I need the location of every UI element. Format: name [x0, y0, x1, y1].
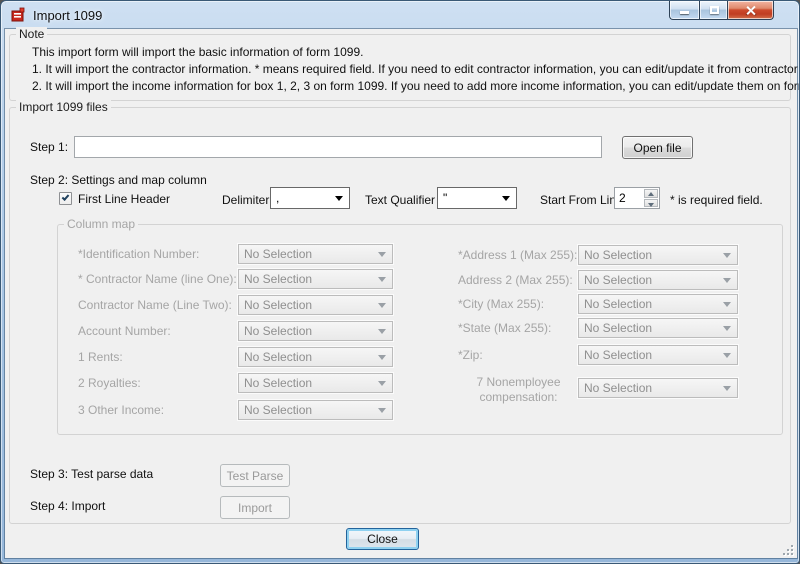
map-select-rents: No Selection	[238, 347, 393, 367]
check-icon	[62, 193, 70, 201]
map-label-address1: *Address 1 (Max 255):	[458, 248, 577, 262]
text-qualifier-label: Text Qualifier	[365, 193, 435, 207]
chevron-down-icon	[378, 408, 386, 413]
map-select-address2: No Selection	[578, 270, 738, 290]
window-title: Import 1099	[33, 8, 102, 23]
import-files-groupbox: Import 1099 files Step 1: Open file Step…	[9, 107, 791, 524]
note-line-3: 2. It will import the income information…	[32, 79, 800, 93]
chevron-down-icon	[378, 303, 386, 308]
note-legend-text: Note	[16, 27, 47, 41]
delimiter-label: Delimiter	[222, 193, 269, 207]
step3-label: Step 3: Test parse data	[30, 467, 153, 481]
chevron-down-icon	[723, 253, 731, 258]
chevron-down-icon	[378, 277, 386, 282]
app-icon	[10, 7, 26, 23]
note-line-2: 1. It will import the contractor informa…	[32, 62, 800, 76]
map-select-nonemployee-compensation: No Selection	[578, 378, 738, 398]
chevron-down-icon	[378, 381, 386, 386]
titlebar[interactable]: Import 1099	[1, 1, 799, 29]
text-qualifier-select[interactable]: "	[437, 187, 517, 209]
note-line-1: This import form will import the basic i…	[32, 45, 363, 59]
first-line-header-checkbox[interactable]	[59, 192, 72, 205]
step2-label: Step 2: Settings and map column	[30, 173, 207, 187]
map-label-contractor-name-one: * Contractor Name (line One):	[78, 272, 237, 286]
dialog-client-area: Note This import form will import the ba…	[5, 29, 797, 558]
import-files-legend: Import 1099 files	[16, 100, 111, 114]
map-label-other-income: 3 Other Income:	[78, 403, 164, 417]
chevron-down-icon	[723, 302, 731, 307]
column-map-legend: Column map	[64, 217, 138, 231]
test-parse-button: Test Parse	[220, 464, 290, 487]
window-controls	[669, 1, 774, 20]
start-from-line-value: 2	[619, 191, 626, 205]
column-map-groupbox: Column map *Identification Number: No Se…	[57, 224, 783, 435]
maximize-button[interactable]	[699, 1, 728, 20]
spinner-down-icon	[648, 203, 654, 207]
minimize-icon	[680, 11, 689, 14]
resize-grip-icon[interactable]	[782, 544, 793, 555]
chevron-down-icon	[335, 196, 343, 201]
map-label-state: *State (Max 255):	[458, 321, 551, 335]
open-file-button[interactable]: Open file	[622, 136, 693, 159]
map-label-account-number: Account Number:	[78, 324, 171, 338]
first-line-header-label: First Line Header	[78, 192, 170, 206]
map-select-royalties: No Selection	[238, 373, 393, 393]
map-select-city: No Selection	[578, 294, 738, 314]
start-from-line-stepper[interactable]: 2	[614, 187, 660, 209]
chevron-down-icon	[378, 252, 386, 257]
file-path-input[interactable]	[74, 136, 602, 158]
chevron-down-icon	[378, 355, 386, 360]
map-label-royalties: 2 Royalties:	[78, 376, 141, 390]
chevron-down-icon	[723, 278, 731, 283]
spinner-up-icon	[648, 192, 654, 196]
delimiter-select[interactable]: ,	[270, 187, 350, 209]
map-select-contractor-name-two: No Selection	[238, 295, 393, 315]
close-window-button[interactable]	[728, 1, 774, 20]
step4-label: Step 4: Import	[30, 499, 105, 513]
note-groupbox: Note This import form will import the ba…	[9, 34, 791, 101]
stepper-up-button[interactable]	[644, 189, 658, 198]
close-icon	[745, 5, 756, 16]
step1-label: Step 1:	[30, 140, 68, 154]
map-select-other-income: No Selection	[238, 400, 393, 420]
map-label-zip: *Zip:	[458, 348, 483, 362]
chevron-down-icon	[723, 386, 731, 391]
map-label-contractor-name-two: Contractor Name (Line Two):	[78, 298, 232, 312]
map-select-address1: No Selection	[578, 245, 738, 265]
import-1099-window: Import 1099 Note This import form will i…	[0, 0, 800, 564]
minimize-button[interactable]	[669, 1, 699, 20]
map-label-city: *City (Max 255):	[458, 297, 544, 311]
start-from-line-label: Start From Line	[540, 193, 623, 207]
required-field-note: * is required field.	[670, 193, 763, 207]
map-select-account-number: No Selection	[238, 321, 393, 341]
chevron-down-icon	[723, 326, 731, 331]
map-label-nonemployee-compensation: 7 Nonemployee compensation:	[456, 375, 581, 405]
close-button[interactable]: Close	[346, 528, 419, 550]
chevron-down-icon	[378, 329, 386, 334]
maximize-icon	[710, 6, 719, 14]
map-label-rents: 1 Rents:	[78, 350, 123, 364]
map-select-contractor-name-one: No Selection	[238, 269, 393, 289]
map-select-state: No Selection	[578, 318, 738, 338]
map-select-identification-number: No Selection	[238, 244, 393, 264]
stepper-down-button[interactable]	[644, 199, 658, 208]
chevron-down-icon	[502, 196, 510, 201]
import-button: Import	[220, 496, 290, 519]
chevron-down-icon	[723, 353, 731, 358]
map-label-identification-number: *Identification Number:	[78, 247, 199, 261]
map-label-address2: Address 2 (Max 255):	[458, 273, 573, 287]
map-select-zip: No Selection	[578, 345, 738, 365]
